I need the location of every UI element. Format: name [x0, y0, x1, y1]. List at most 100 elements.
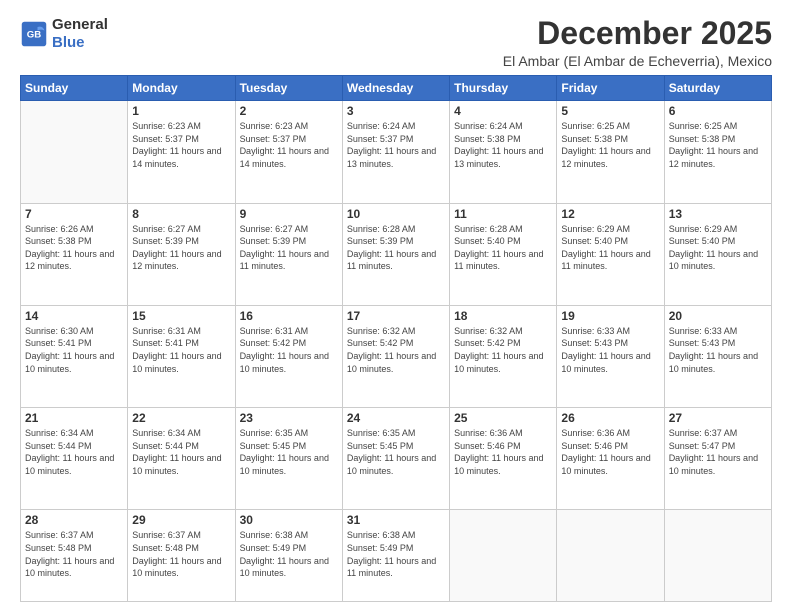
calendar-cell: 28Sunrise: 6:37 AM Sunset: 5:48 PM Dayli… — [21, 510, 128, 602]
day-number: 20 — [669, 309, 767, 323]
day-info: Sunrise: 6:26 AM Sunset: 5:38 PM Dayligh… — [25, 223, 123, 273]
calendar-cell: 4 Sunrise: 6:24 AM Sunset: 5:38 PM Daylig… — [450, 101, 557, 203]
day-number: 31 — [347, 513, 445, 527]
calendar-cell: 8 Sunrise: 6:27 AM Sunset: 5:39 PM Daylig… — [128, 203, 235, 305]
page: GB General Blue December 2025 El Ambar (… — [0, 0, 792, 612]
calendar-cell: 19Sunrise: 6:33 AM Sunset: 5:43 PM Dayli… — [557, 305, 664, 407]
calendar-cell: 3Sunrise: 6:24 AM Sunset: 5:37 PM Daylig… — [342, 101, 449, 203]
calendar-week-row-4: 21 Sunrise: 6:34 AM Sunset: 5:44 PM Dayli… — [21, 408, 772, 510]
day-info: Sunrise: 6:37 AM Sunset: 5:48 PM Dayligh… — [132, 529, 230, 579]
day-number: 26 — [561, 411, 659, 425]
day-info: Sunrise: 6:25 AM Sunset: 5:38 PM Dayligh… — [561, 120, 659, 170]
header-friday: Friday — [557, 76, 664, 101]
day-info: Sunrise: 6:33 AM Sunset: 5:43 PM Dayligh… — [669, 325, 767, 375]
day-info: Sunrise: 6:35 AM Sunset: 5:45 PM Dayligh… — [347, 427, 445, 477]
calendar-cell: 18Sunrise: 6:32 AM Sunset: 5:42 PM Dayli… — [450, 305, 557, 407]
day-number: 24 — [347, 411, 445, 425]
day-info: Sunrise: 6:24 AM Sunset: 5:38 PM Dayligh… — [454, 120, 552, 170]
day-info: Sunrise: 6:35 AM Sunset: 5:45 PM Dayligh… — [240, 427, 338, 477]
day-info: Sunrise: 6:28 AM Sunset: 5:40 PM Dayligh… — [454, 223, 552, 273]
day-info: Sunrise: 6:34 AM Sunset: 5:44 PM Dayligh… — [25, 427, 123, 477]
day-number: 5 — [561, 104, 659, 118]
logo-blue: Blue — [52, 34, 85, 51]
header-thursday: Thursday — [450, 76, 557, 101]
day-number: 29 — [132, 513, 230, 527]
calendar-cell: 11 Sunrise: 6:28 AM Sunset: 5:40 PM Dayli… — [450, 203, 557, 305]
day-number: 3 — [347, 104, 445, 118]
day-info: Sunrise: 6:31 AM Sunset: 5:42 PM Dayligh… — [240, 325, 338, 375]
day-info: Sunrise: 6:33 AM Sunset: 5:43 PM Dayligh… — [561, 325, 659, 375]
day-info: Sunrise: 6:23 AM Sunset: 5:37 PM Dayligh… — [240, 120, 338, 170]
day-number: 27 — [669, 411, 767, 425]
day-info: Sunrise: 6:25 AM Sunset: 5:38 PM Dayligh… — [669, 120, 767, 170]
day-info: Sunrise: 6:23 AM Sunset: 5:37 PM Dayligh… — [132, 120, 230, 170]
header-monday: Monday — [128, 76, 235, 101]
day-number: 22 — [132, 411, 230, 425]
calendar-cell: 1 Sunrise: 6:23 AM Sunset: 5:37 PM Daylig… — [128, 101, 235, 203]
calendar-cell — [450, 510, 557, 602]
title-block: December 2025 El Ambar (El Ambar de Eche… — [503, 16, 772, 69]
day-number: 4 — [454, 104, 552, 118]
calendar-week-row-2: 7Sunrise: 6:26 AM Sunset: 5:38 PM Daylig… — [21, 203, 772, 305]
day-number: 28 — [25, 513, 123, 527]
calendar-cell: 22 Sunrise: 6:34 AM Sunset: 5:44 PM Dayli… — [128, 408, 235, 510]
day-number: 13 — [669, 207, 767, 221]
calendar-cell: 6 Sunrise: 6:25 AM Sunset: 5:38 PM Daylig… — [664, 101, 771, 203]
day-number: 6 — [669, 104, 767, 118]
calendar-cell: 31Sunrise: 6:38 AM Sunset: 5:49 PM Dayli… — [342, 510, 449, 602]
day-number: 2 — [240, 104, 338, 118]
calendar-week-row-3: 14 Sunrise: 6:30 AM Sunset: 5:41 PM Dayli… — [21, 305, 772, 407]
calendar-cell: 2 Sunrise: 6:23 AM Sunset: 5:37 PM Daylig… — [235, 101, 342, 203]
day-number: 16 — [240, 309, 338, 323]
calendar-cell: 16 Sunrise: 6:31 AM Sunset: 5:42 PM Dayli… — [235, 305, 342, 407]
calendar-cell: 27 Sunrise: 6:37 AM Sunset: 5:47 PM Dayli… — [664, 408, 771, 510]
day-number: 11 — [454, 207, 552, 221]
header-tuesday: Tuesday — [235, 76, 342, 101]
day-info: Sunrise: 6:34 AM Sunset: 5:44 PM Dayligh… — [132, 427, 230, 477]
day-number: 21 — [25, 411, 123, 425]
calendar-cell — [21, 101, 128, 203]
calendar-cell — [664, 510, 771, 602]
day-number: 1 — [132, 104, 230, 118]
day-info: Sunrise: 6:36 AM Sunset: 5:46 PM Dayligh… — [454, 427, 552, 477]
day-number: 15 — [132, 309, 230, 323]
calendar-cell: 9Sunrise: 6:27 AM Sunset: 5:39 PM Daylig… — [235, 203, 342, 305]
day-number: 25 — [454, 411, 552, 425]
calendar-cell: 24 Sunrise: 6:35 AM Sunset: 5:45 PM Dayli… — [342, 408, 449, 510]
calendar-cell: 30Sunrise: 6:38 AM Sunset: 5:49 PM Dayli… — [235, 510, 342, 602]
header-sunday: Sunday — [21, 76, 128, 101]
day-number: 10 — [347, 207, 445, 221]
day-info: Sunrise: 6:36 AM Sunset: 5:46 PM Dayligh… — [561, 427, 659, 477]
calendar-week-row-5: 28 Sunrise: 6:37 AM Sunset: 5:48 PM Dayli… — [21, 510, 772, 602]
day-info: Sunrise: 6:28 AM Sunset: 5:39 PM Dayligh… — [347, 223, 445, 273]
calendar-cell: 21 Sunrise: 6:34 AM Sunset: 5:44 PM Dayli… — [21, 408, 128, 510]
calendar-cell: 15Sunrise: 6:31 AM Sunset: 5:41 PM Dayli… — [128, 305, 235, 407]
calendar-cell: 13Sunrise: 6:29 AM Sunset: 5:40 PM Dayli… — [664, 203, 771, 305]
day-info: Sunrise: 6:30 AM Sunset: 5:41 PM Dayligh… — [25, 325, 123, 375]
header-saturday: Saturday — [664, 76, 771, 101]
calendar-cell: 5 Sunrise: 6:25 AM Sunset: 5:38 PM Daylig… — [557, 101, 664, 203]
day-number: 12 — [561, 207, 659, 221]
location-title: El Ambar (El Ambar de Echeverria), Mexic… — [503, 53, 772, 69]
calendar-cell: 10 Sunrise: 6:28 AM Sunset: 5:39 PM Dayli… — [342, 203, 449, 305]
day-number: 9 — [240, 207, 338, 221]
day-info: Sunrise: 6:37 AM Sunset: 5:47 PM Dayligh… — [669, 427, 767, 477]
day-info: Sunrise: 6:29 AM Sunset: 5:40 PM Dayligh… — [561, 223, 659, 273]
day-number: 23 — [240, 411, 338, 425]
svg-text:GB: GB — [27, 30, 41, 41]
month-title: December 2025 — [503, 16, 772, 51]
calendar-cell: 25 Sunrise: 6:36 AM Sunset: 5:46 PM Dayli… — [450, 408, 557, 510]
calendar-cell: 17Sunrise: 6:32 AM Sunset: 5:42 PM Dayli… — [342, 305, 449, 407]
calendar-table: Sunday Monday Tuesday Wednesday Thursday… — [20, 75, 772, 602]
calendar-cell: 23 Sunrise: 6:35 AM Sunset: 5:45 PM Dayli… — [235, 408, 342, 510]
day-info: Sunrise: 6:32 AM Sunset: 5:42 PM Dayligh… — [454, 325, 552, 375]
day-number: 14 — [25, 309, 123, 323]
calendar-cell: 29 Sunrise: 6:37 AM Sunset: 5:48 PM Dayli… — [128, 510, 235, 602]
calendar-cell — [557, 510, 664, 602]
calendar-cell: 12 Sunrise: 6:29 AM Sunset: 5:40 PM Dayli… — [557, 203, 664, 305]
calendar-week-row-1: 1 Sunrise: 6:23 AM Sunset: 5:37 PM Daylig… — [21, 101, 772, 203]
day-number: 8 — [132, 207, 230, 221]
day-info: Sunrise: 6:27 AM Sunset: 5:39 PM Dayligh… — [132, 223, 230, 273]
calendar-header-row: Sunday Monday Tuesday Wednesday Thursday… — [21, 76, 772, 101]
calendar-cell: 14 Sunrise: 6:30 AM Sunset: 5:41 PM Dayli… — [21, 305, 128, 407]
